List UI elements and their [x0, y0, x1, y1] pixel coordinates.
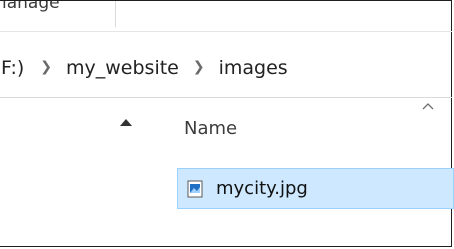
column-header-name[interactable]: Name [184, 118, 237, 139]
breadcrumb: F:) ❯ my_website ❯ images [0, 53, 452, 83]
breadcrumb-item-my-website[interactable]: my_website [62, 57, 183, 79]
file-name: mycity.jpg [216, 178, 308, 199]
scroll-up-icon[interactable] [116, 112, 136, 132]
ribbon-tab-manage[interactable]: lanage [0, 1, 116, 27]
breadcrumb-item-drive[interactable]: F:) [0, 57, 30, 79]
address-bar-divider [0, 97, 452, 98]
image-file-icon [186, 180, 204, 198]
ribbon-tab-label: lanage [2, 1, 60, 13]
ribbon-divider [0, 31, 452, 32]
chevron-right-icon[interactable]: ❯ [30, 59, 62, 75]
explorer-window: lanage F:) ❯ my_website ❯ images Name my… [0, 0, 454, 247]
chevron-right-icon[interactable]: ❯ [183, 59, 215, 75]
file-row-selected[interactable]: mycity.jpg [177, 168, 454, 209]
breadcrumb-item-images[interactable]: images [215, 57, 292, 79]
sort-ascending-icon [421, 99, 435, 113]
